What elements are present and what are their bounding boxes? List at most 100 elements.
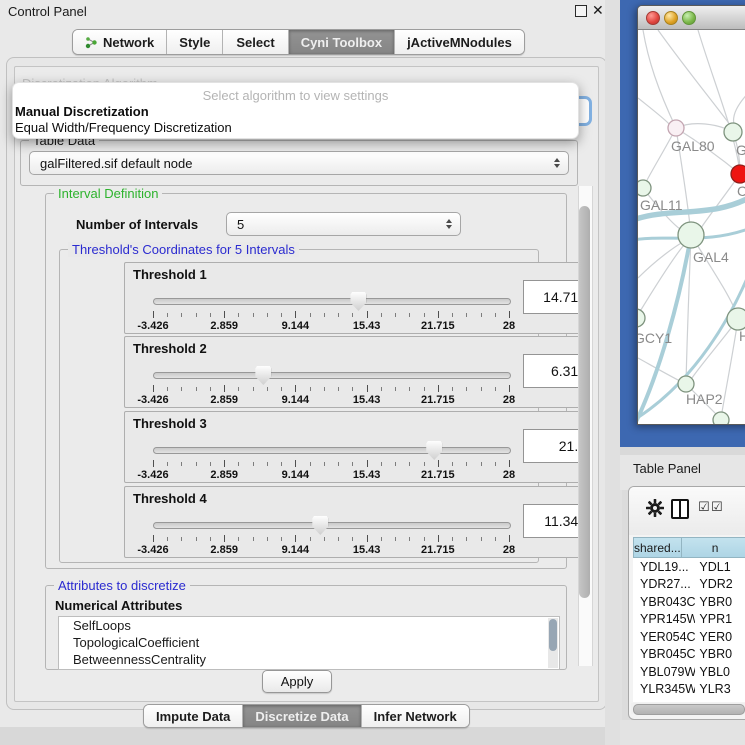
checkbox-icon[interactable]: ☑ — [698, 500, 710, 515]
tick-mark — [367, 535, 368, 542]
tick-mark — [424, 462, 425, 466]
node-gal11[interactable] — [638, 180, 651, 196]
attribute-list-item[interactable]: TopologicalCoefficient — [59, 634, 559, 651]
tick-label: -3.426 — [137, 544, 168, 556]
number-of-intervals-combo[interactable]: 5 — [226, 212, 461, 236]
slider-ticks — [153, 311, 509, 319]
node-hap2[interactable] — [678, 376, 694, 392]
slider-track[interactable] — [153, 522, 511, 529]
tick-mark — [167, 537, 168, 541]
tab-label: Style — [179, 35, 210, 50]
algorithm-option-manual[interactable]: Manual Discretization — [15, 104, 149, 119]
threshold-3-slider[interactable]: -3.4262.8599.14415.4321.71528 — [153, 440, 509, 480]
tick-mark — [267, 313, 268, 317]
table-row[interactable]: YPR145WYPR1 — [633, 611, 745, 629]
table-horizontal-scrollbar-thumb[interactable] — [633, 704, 745, 715]
tick-mark — [181, 313, 182, 317]
panel-vertical-scrollbar-thumb[interactable] — [579, 206, 590, 598]
slider-track[interactable] — [153, 372, 511, 379]
tab-select[interactable]: Select — [223, 30, 288, 54]
slider-thumb[interactable] — [255, 366, 271, 385]
slider-track[interactable] — [153, 447, 511, 454]
network-window-titlebar[interactable] — [638, 6, 745, 30]
cell-shared-name: YDL19... — [633, 560, 695, 574]
table-horizontal-scrollbar[interactable] — [631, 703, 745, 714]
tick-mark — [324, 537, 325, 541]
tick-mark — [352, 462, 353, 466]
attributes-list-scrollbar-thumb[interactable] — [549, 619, 557, 651]
tab-style[interactable]: Style — [167, 30, 223, 54]
tab-jactivemnodules[interactable]: jActiveMNodules — [395, 30, 524, 54]
node-gal4[interactable] — [678, 222, 704, 248]
algorithm-option-equal-width[interactable]: Equal Width/Frequency Discretization — [15, 120, 232, 135]
tick-mark — [310, 537, 311, 541]
close-icon[interactable]: ✕ — [592, 2, 604, 19]
tick-mark — [338, 462, 339, 466]
attributes-list-scrollbar[interactable] — [548, 618, 558, 668]
slider-thumb[interactable] — [426, 441, 442, 460]
tick-mark — [409, 313, 410, 317]
slider-tick-labels: -3.4262.8599.14415.4321.71528 — [153, 394, 509, 406]
numerical-attributes-list[interactable]: SelfLoopsTopologicalCoefficientBetweenne… — [58, 616, 560, 670]
tab-network[interactable]: Network — [73, 30, 167, 54]
table-row[interactable]: YDL19...YDL1 — [633, 558, 745, 576]
cell-name: YDL1 — [695, 560, 745, 574]
table-data-combo[interactable]: galFiltered.sif default node — [29, 151, 569, 175]
node-red-selected[interactable] — [731, 165, 745, 183]
checkbox-icon[interactable]: ☑ — [711, 500, 723, 515]
tick-label: -3.426 — [137, 469, 168, 481]
tick-mark — [181, 537, 182, 541]
tick-mark — [381, 537, 382, 541]
float-window-icon[interactable] — [575, 5, 587, 17]
table-row[interactable]: YBR045CYBR0 — [633, 646, 745, 664]
tab-infer-network[interactable]: Infer Network — [362, 705, 469, 727]
slider-thumb[interactable] — [312, 516, 328, 535]
slider-thumb[interactable] — [350, 292, 366, 311]
label-gcy1: GCY1 — [638, 330, 672, 346]
tick-label: 9.144 — [282, 469, 310, 481]
table-row[interactable]: YIL052CYIL0 — [633, 698, 745, 702]
tick-mark — [452, 537, 453, 541]
table-row[interactable]: YLR345WYLR3 — [633, 681, 745, 699]
tick-mark — [338, 313, 339, 317]
tab-cyni-toolbox[interactable]: Cyni Toolbox — [289, 30, 395, 54]
tick-mark — [352, 537, 353, 541]
network-view-window[interactable]: GAL80 GA C GAL11 GAL4 GCY1 H HAP2 — [637, 5, 745, 425]
column-header-shared[interactable]: shared... — [633, 537, 682, 558]
close-traffic-light[interactable] — [646, 11, 660, 25]
tick-label: 15.43 — [353, 320, 381, 332]
apply-button[interactable]: Apply — [262, 670, 332, 693]
minimize-traffic-light[interactable] — [664, 11, 678, 25]
tab-discretize-data[interactable]: Discretize Data — [243, 705, 361, 727]
zoom-traffic-light[interactable] — [682, 11, 696, 25]
cell-name: YIL0 — [695, 700, 745, 702]
node-top-right[interactable] — [724, 123, 742, 141]
tick-mark — [438, 311, 439, 318]
tick-mark — [466, 537, 467, 541]
node-mid-right[interactable] — [727, 308, 745, 330]
threshold-2-slider[interactable]: -3.4262.8599.14415.4321.71528 — [153, 365, 509, 405]
threshold-4-slider[interactable]: -3.4262.8599.14415.4321.71528 — [153, 515, 509, 555]
slider-track[interactable] — [153, 298, 511, 305]
slider-tick-labels: -3.4262.8599.14415.4321.71528 — [153, 544, 509, 556]
node-gcy1[interactable] — [638, 309, 645, 327]
tick-mark — [324, 462, 325, 466]
tick-label: 2.859 — [210, 394, 238, 406]
table-row[interactable]: YBL079WYBL0 — [633, 663, 745, 681]
table-row[interactable]: YBR043CYBR0 — [633, 593, 745, 611]
split-columns-icon[interactable] — [671, 499, 689, 519]
network-canvas[interactable]: GAL80 GA C GAL11 GAL4 GCY1 H HAP2 — [638, 30, 745, 424]
threshold-1-slider[interactable]: -3.4262.8599.14415.4321.71528 — [153, 291, 509, 331]
table-row[interactable]: YDR27...YDR2 — [633, 576, 745, 594]
algorithm-popup-hint: Select algorithm to view settings — [13, 88, 578, 103]
tab-impute-data[interactable]: Impute Data — [144, 705, 243, 727]
attribute-list-item[interactable]: BetweennessCentrality — [59, 651, 559, 668]
node-bottom-partial[interactable] — [713, 412, 729, 424]
column-header-name[interactable]: n — [682, 537, 745, 558]
tick-mark — [438, 385, 439, 392]
gear-icon[interactable] — [645, 498, 665, 518]
table-row[interactable]: YER054CYER0 — [633, 628, 745, 646]
tab-label: Impute Data — [156, 709, 230, 724]
attribute-list-item[interactable]: SelfLoops — [59, 617, 559, 634]
node-gal80[interactable] — [668, 120, 684, 136]
